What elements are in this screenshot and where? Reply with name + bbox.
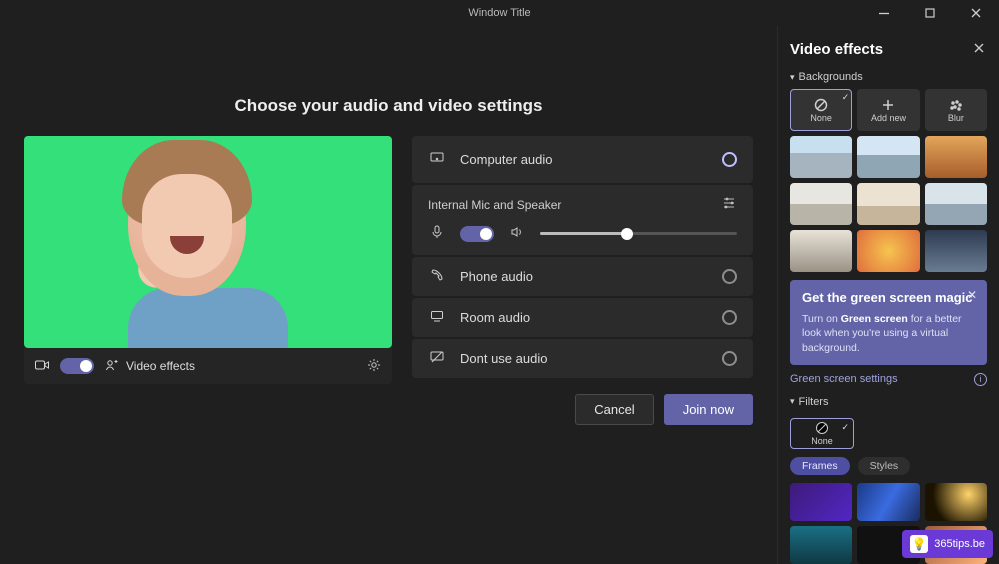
background-option-blur[interactable]: Blur	[925, 89, 987, 131]
cancel-button[interactable]: Cancel	[575, 394, 653, 425]
room-icon	[428, 308, 446, 327]
green-screen-promo: ✕ Get the green screen magic Turn on Gre…	[790, 280, 987, 365]
maximize-icon	[922, 5, 938, 21]
pc-audio-icon	[428, 150, 446, 169]
promo-close-button[interactable]: ✕	[967, 288, 977, 302]
filter-option-none[interactable]: ✓ None	[790, 418, 854, 449]
background-thumb[interactable]	[925, 183, 987, 225]
blur-icon	[948, 97, 964, 113]
green-screen-settings-link[interactable]: Green screen settings	[790, 373, 898, 385]
audio-option-label: Computer audio	[460, 152, 553, 167]
speaker-icon	[508, 224, 526, 243]
site-watermark: 💡 365tips.be	[902, 530, 993, 558]
background-thumb[interactable]	[857, 230, 919, 272]
check-icon: ✓	[842, 92, 850, 103]
background-thumb[interactable]	[790, 183, 852, 225]
sliders-icon	[721, 195, 737, 211]
audio-device-section: Internal Mic and Speaker	[412, 185, 753, 255]
audio-option-label: Room audio	[460, 310, 530, 325]
video-effects-button[interactable]: Video effects	[104, 357, 195, 376]
radio-indicator	[722, 310, 737, 325]
camera-toggle[interactable]	[60, 358, 94, 374]
window-close-button[interactable]	[953, 0, 999, 26]
none-icon	[813, 97, 829, 113]
background-thumb[interactable]	[925, 136, 987, 178]
filter-thumb[interactable]	[857, 483, 919, 521]
mic-icon	[428, 224, 446, 243]
background-thumb[interactable]	[790, 230, 852, 272]
audio-device-settings-button[interactable]	[721, 195, 737, 214]
camera-icon	[34, 357, 50, 376]
filter-thumb[interactable]	[790, 526, 852, 564]
close-icon	[968, 5, 984, 21]
add-icon	[880, 97, 896, 113]
close-icon	[971, 40, 987, 56]
prejoin-main: Choose your audio and video settings	[0, 26, 777, 564]
audio-option-none[interactable]: Dont use audio	[412, 339, 753, 378]
info-icon[interactable]: i	[974, 373, 987, 386]
audio-option-label: Phone audio	[460, 269, 533, 284]
background-option-addnew[interactable]: Add new	[857, 89, 919, 131]
mute-audio-icon	[428, 349, 446, 368]
join-now-button[interactable]: Join now	[664, 394, 753, 425]
filter-tab-frames[interactable]: Frames	[790, 457, 850, 475]
mic-toggle[interactable]	[460, 226, 494, 242]
window-titlebar: Window Title	[0, 0, 999, 26]
audio-option-phone[interactable]: Phone audio	[412, 257, 753, 296]
none-icon	[814, 420, 830, 436]
window-title: Window Title	[468, 7, 530, 19]
sparkle-person-icon	[104, 357, 120, 376]
camera-preview-toolbar: Video effects	[24, 348, 392, 384]
radio-indicator	[722, 152, 737, 167]
watermark-text: 365tips.be	[934, 538, 985, 550]
filter-tab-styles[interactable]: Styles	[858, 457, 911, 475]
page-heading: Choose your audio and video settings	[24, 96, 753, 116]
panel-title: Video effects	[790, 41, 883, 58]
camera-preview	[24, 136, 392, 348]
radio-indicator	[722, 269, 737, 284]
audio-option-computer[interactable]: Computer audio	[412, 136, 753, 183]
audio-options: Computer audio Internal Mic and Speaker	[412, 136, 753, 425]
bg-none-label: None	[810, 113, 832, 123]
video-effects-panel: Video effects Backgrounds ✓ None Add new…	[777, 26, 999, 564]
promo-title: Get the green screen magic	[802, 290, 975, 306]
promo-body: Turn on Green screen for a better look w…	[802, 312, 975, 355]
backgrounds-label: Backgrounds	[799, 71, 863, 83]
volume-slider[interactable]	[540, 232, 737, 235]
audio-device-label: Internal Mic and Speaker	[428, 198, 561, 212]
gear-icon	[366, 357, 382, 373]
window-maximize-button[interactable]	[907, 0, 953, 26]
backgrounds-grid: ✓ None Add new Blur	[790, 89, 987, 272]
camera-settings-button[interactable]	[366, 357, 382, 376]
background-thumb[interactable]	[857, 136, 919, 178]
filters-section-toggle[interactable]: Filters	[790, 396, 987, 408]
filters-label: Filters	[799, 396, 829, 408]
radio-indicator	[722, 351, 737, 366]
bg-addnew-label: Add new	[871, 113, 906, 123]
background-option-none[interactable]: ✓ None	[790, 89, 852, 131]
window-minimize-button[interactable]	[861, 0, 907, 26]
filter-none-label: None	[811, 436, 833, 446]
background-thumb[interactable]	[790, 136, 852, 178]
phone-icon	[428, 267, 446, 286]
bulb-icon: 💡	[910, 535, 928, 553]
audio-option-room[interactable]: Room audio	[412, 298, 753, 337]
filter-thumb[interactable]	[790, 483, 852, 521]
video-effects-label: Video effects	[126, 359, 195, 373]
background-thumb[interactable]	[857, 183, 919, 225]
filter-thumb[interactable]	[925, 483, 987, 521]
filter-tabs: Frames Styles	[790, 457, 987, 475]
audio-option-label: Dont use audio	[460, 351, 547, 366]
background-thumb[interactable]	[925, 230, 987, 272]
panel-close-button[interactable]	[971, 40, 987, 59]
backgrounds-section-toggle[interactable]: Backgrounds	[790, 71, 987, 83]
bg-blur-label: Blur	[948, 113, 964, 123]
minimize-icon	[876, 5, 892, 21]
check-icon: ✓	[841, 422, 849, 433]
